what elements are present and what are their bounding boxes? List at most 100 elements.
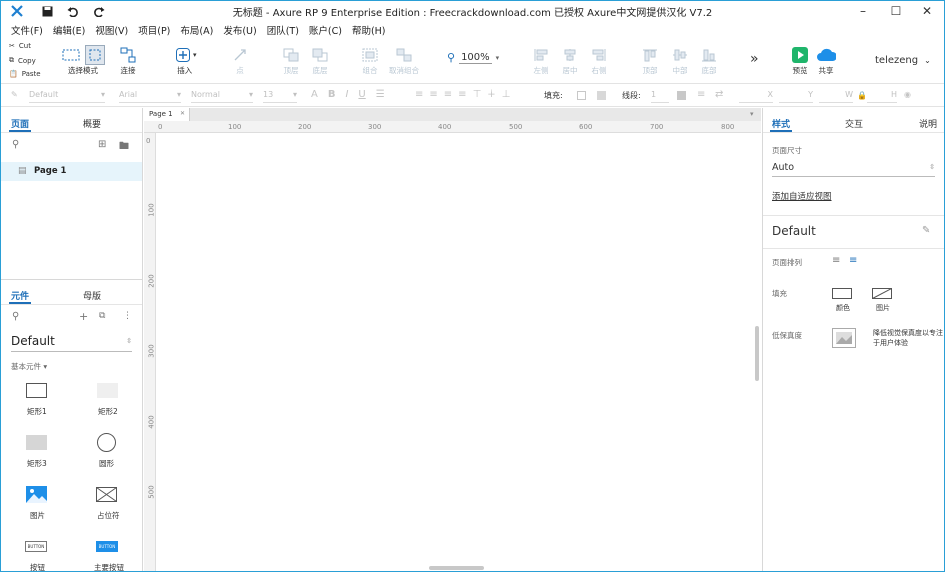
menu-team[interactable]: 团队(T)	[267, 23, 299, 37]
text-justify-icon[interactable]: ≡	[458, 89, 466, 100]
widget-category[interactable]: 基本元件 ▾	[11, 361, 47, 372]
underline-icon[interactable]: U	[358, 89, 365, 100]
y-input[interactable]: Y	[779, 90, 813, 103]
minimize-button[interactable]: –	[846, 1, 880, 21]
valign-middle-icon[interactable]: ∔	[487, 89, 495, 100]
add-adaptive-view-link[interactable]: 添加自适应视图	[772, 190, 832, 202]
font-select[interactable]: Arial ▾	[119, 90, 181, 103]
tab-page1[interactable]: Page 1 ✕	[144, 108, 190, 121]
add-folder-icon[interactable]: 🖿	[119, 139, 129, 156]
align-right-button[interactable]: 右侧	[589, 45, 609, 76]
style-select[interactable]: Default ▾	[29, 90, 105, 103]
maximize-button[interactable]: ☐	[879, 1, 913, 21]
add-page-icon[interactable]: ⊞	[98, 139, 106, 150]
italic-icon[interactable]: I	[345, 89, 348, 100]
menu-publish[interactable]: 发布(U)	[223, 23, 256, 37]
w-input[interactable]: W	[819, 90, 853, 103]
panel-splitter[interactable]	[1, 279, 142, 280]
edit-style-icon[interactable]: ✎	[922, 225, 930, 236]
search-icon[interactable]: ⚲	[12, 139, 19, 150]
zoom-control[interactable]: ⚲ 100% ▾	[447, 51, 499, 64]
align-top-button[interactable]: 顶部	[640, 45, 660, 76]
line-style-icon[interactable]: ≡	[697, 89, 705, 100]
page-size-select[interactable]: Auto ⇳	[772, 162, 935, 177]
menu-account[interactable]: 账户(C)	[309, 23, 342, 37]
fill-color-swatch[interactable]	[577, 91, 586, 100]
h-input[interactable]: H	[867, 90, 897, 103]
more-options-icon[interactable]: ⋮	[123, 311, 132, 321]
cut-button[interactable]: ✂ Cut	[9, 42, 31, 50]
copy-button[interactable]: ⧉ Copy	[9, 56, 36, 65]
send-bottom-button[interactable]: 底层	[310, 45, 330, 76]
align-middle-button[interactable]: 中部	[670, 45, 690, 76]
bullet-list-icon[interactable]: ☰	[376, 89, 385, 100]
circle-widget-icon[interactable]	[97, 433, 116, 452]
ungroup-button[interactable]: 取消组合	[389, 45, 419, 76]
text-align-right-icon[interactable]: ≡	[444, 89, 452, 100]
menu-file[interactable]: 文件(F)	[11, 23, 43, 37]
line-width-input[interactable]: 1	[651, 90, 669, 103]
valign-bottom-icon[interactable]: ⊥	[502, 89, 511, 100]
x-input[interactable]: X	[739, 90, 773, 103]
insert-button[interactable]: ▾ 插入	[173, 45, 197, 76]
valign-top-icon[interactable]: ⊤	[473, 89, 482, 100]
shadow-swatch[interactable]	[597, 91, 606, 100]
menu-edit[interactable]: 编辑(E)	[53, 23, 85, 37]
menu-project[interactable]: 项目(P)	[138, 23, 170, 37]
add-library-icon[interactable]: +	[79, 310, 88, 323]
share-button[interactable]: 共享	[816, 45, 836, 76]
image-widget-icon[interactable]	[26, 486, 47, 503]
lock-ratio-icon[interactable]: 🔒	[857, 91, 867, 100]
align-page-left-icon[interactable]: ≡	[832, 255, 840, 266]
tab-outline[interactable]: 概要	[83, 117, 101, 130]
paste-button[interactable]: 📋 Paste	[9, 70, 41, 78]
align-center-button[interactable]: 居中	[560, 45, 580, 76]
text-align-center-icon[interactable]: ≡	[429, 89, 437, 100]
tab-notes[interactable]: 说明	[919, 117, 937, 130]
rectangle3-widget-icon[interactable]	[26, 435, 47, 450]
align-left-button[interactable]: 左侧	[531, 45, 551, 76]
font-weight-select[interactable]: Normal ▾	[191, 90, 253, 103]
menu-view[interactable]: 视图(V)	[95, 23, 128, 37]
line-color-swatch[interactable]	[677, 91, 686, 100]
font-color-icon[interactable]: A	[311, 89, 318, 100]
menu-help[interactable]: 帮助(H)	[352, 23, 386, 37]
point-button[interactable]: 点	[230, 45, 250, 76]
user-menu[interactable]: telezeng ⌄	[875, 55, 931, 66]
library-select[interactable]: Default ⇳	[11, 334, 132, 352]
align-bottom-button[interactable]: 底部	[699, 45, 719, 76]
fill-image-swatch[interactable]	[872, 288, 892, 299]
tab-masters[interactable]: 母版	[83, 289, 101, 302]
rectangle1-widget-icon[interactable]	[26, 383, 47, 398]
menu-layout[interactable]: 布局(A)	[180, 23, 213, 37]
library-icon[interactable]: ⧉	[99, 311, 105, 321]
align-page-center-icon[interactable]: ≡	[849, 255, 857, 266]
horizontal-scrollbar[interactable]	[429, 566, 484, 570]
primary-button-widget-icon[interactable]: BUTTON	[96, 541, 118, 552]
page-item-selected[interactable]: ▤ Page 1	[1, 162, 142, 181]
more-tools-button[interactable]: »	[750, 51, 759, 67]
chevron-down-icon[interactable]: ▾	[750, 110, 754, 118]
close-button[interactable]: ✕	[910, 1, 944, 21]
search-icon[interactable]: ⚲	[12, 311, 19, 322]
tab-interactions[interactable]: 交互	[845, 117, 863, 130]
tab-pages[interactable]: 页面	[11, 117, 29, 130]
visibility-icon[interactable]: ◉	[904, 90, 911, 99]
select-mode-button[interactable]: 选择模式	[61, 45, 105, 76]
lofi-toggle[interactable]	[832, 328, 856, 348]
text-align-left-icon[interactable]: ≡	[415, 89, 423, 100]
connect-button[interactable]: 连接	[118, 45, 138, 76]
tab-style[interactable]: 样式	[772, 117, 790, 130]
rectangle2-widget-icon[interactable]	[97, 383, 118, 398]
font-size-select[interactable]: 13 ▾	[263, 90, 297, 103]
close-tab-icon[interactable]: ✕	[180, 110, 185, 117]
tab-widgets[interactable]: 元件	[11, 289, 29, 302]
button-widget-icon[interactable]: BUTTON	[25, 541, 47, 552]
group-button[interactable]: 组合	[360, 45, 380, 76]
preview-button[interactable]: 预览	[790, 45, 810, 76]
bold-icon[interactable]: B	[328, 89, 336, 100]
placeholder-widget-icon[interactable]	[96, 487, 117, 502]
bring-top-button[interactable]: 顶层	[281, 45, 301, 76]
vertical-scrollbar[interactable]	[755, 326, 759, 381]
fill-color-swatch[interactable]	[832, 288, 852, 299]
